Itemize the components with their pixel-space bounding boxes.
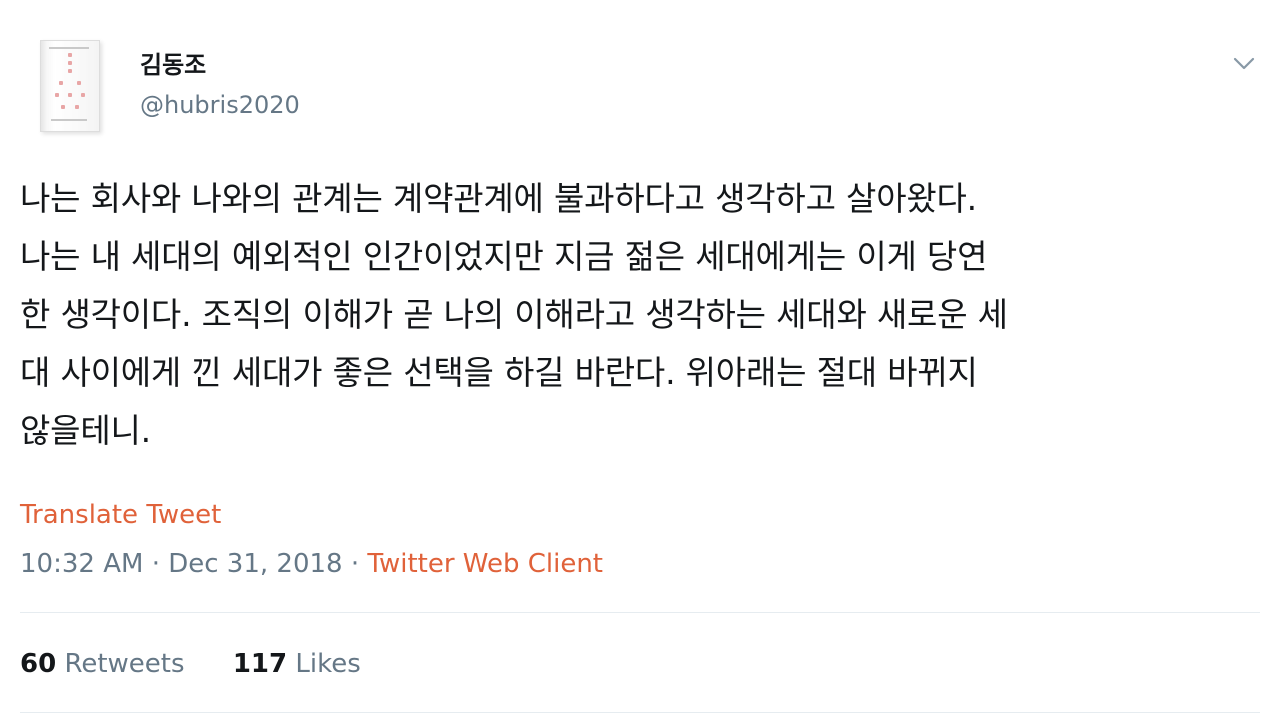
cover-dot (68, 93, 72, 97)
tweet-client-link[interactable]: Twitter Web Client (367, 549, 603, 579)
tweet-stats: 60 Retweets 117 Likes (20, 646, 361, 682)
cover-dot (75, 105, 79, 109)
cover-dot (59, 81, 63, 85)
cover-line (49, 47, 89, 49)
book-cover-image (40, 40, 100, 132)
divider (20, 712, 1260, 713)
cover-line (51, 119, 87, 121)
author-name[interactable]: 김동조 (140, 48, 206, 82)
cover-dot (55, 93, 59, 97)
cover-dot (68, 61, 72, 65)
cover-dot (61, 105, 65, 109)
likes-stat[interactable]: 117 Likes (233, 649, 361, 679)
retweets-count: 60 (20, 649, 57, 679)
likes-count: 117 (232, 649, 288, 679)
author-handle[interactable]: @hubris2020 (140, 88, 300, 122)
likes-label: Likes (295, 649, 361, 679)
meta-separator: · (350, 549, 360, 579)
retweets-label: Retweets (64, 649, 185, 679)
divider (20, 612, 1260, 613)
cover-dot (77, 81, 81, 85)
translate-tweet-link[interactable]: Translate Tweet (20, 497, 221, 533)
cover-dot (68, 69, 72, 73)
tweet-meta: 10:32 AM · Dec 31, 2018 · Twitter Web Cl… (20, 546, 603, 582)
cover-dot (81, 93, 85, 97)
chevron-down-icon[interactable] (1230, 52, 1258, 74)
cover-dot (68, 53, 72, 57)
tweet-time[interactable]: 10:32 AM (20, 549, 143, 579)
tweet-date[interactable]: Dec 31, 2018 (168, 549, 342, 579)
meta-separator: · (151, 549, 160, 579)
retweets-stat[interactable]: 60 Retweets (20, 649, 185, 679)
avatar[interactable] (20, 40, 120, 132)
tweet-text: 나는 회사와 나와의 관계는 계약관계에 불과하다고 생각하고 살아왔다. 나는… (20, 179, 1008, 450)
